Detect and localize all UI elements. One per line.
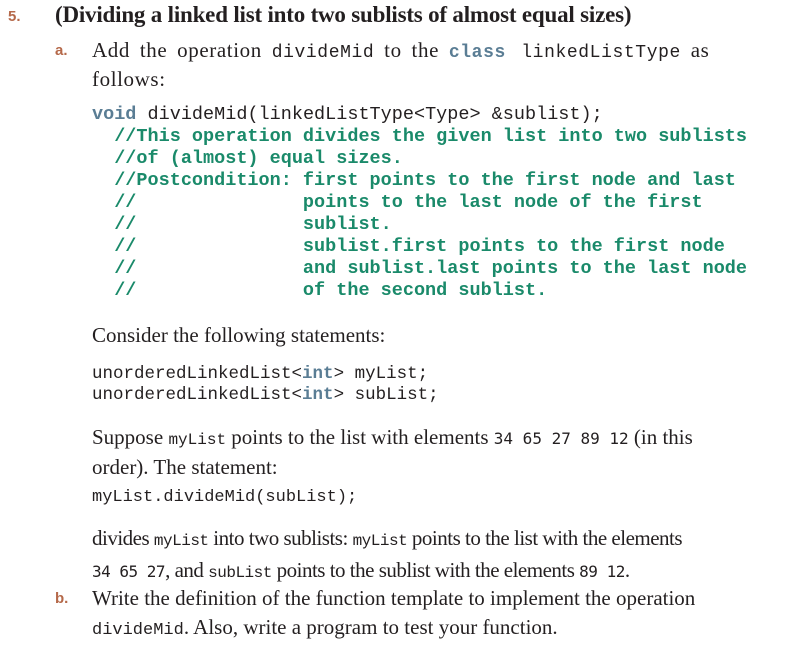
comment-line: // sublist. [92,214,392,235]
comment-line: //This operation divides the given list … [92,126,748,147]
part-b-label: b. [55,590,69,607]
divides-paragraph: divides myList into two sublists: myList… [92,526,683,582]
consider-text: Consider the following statements: [92,323,386,347]
keyword-class: class [448,43,506,63]
statements-block: unorderedLinkedList<int> myList; unorder… [92,364,439,405]
comment-line: // points to the last node of the first [92,192,703,213]
keyword-void: void [92,104,137,125]
comment-line: // of the second sublist. [92,280,548,301]
problem-number: 5. [8,8,21,25]
comment-line: // and sublist.last points to the last n… [92,258,748,279]
problem-title: (Dividing a linked list into two sublist… [55,2,632,27]
function-signature: divideMid(linkedListType<Type> &sublist)… [136,104,603,125]
code-dividemid: divideMid [271,43,375,63]
code-linkedlisttype: linkedListType [505,43,681,63]
suppose-paragraph: Suppose myList points to the list with e… [92,425,693,479]
part-b-text: Write the definition of the function tem… [92,586,696,640]
part-a-label: a. [55,42,68,59]
comment-line: //Postcondition: first points to the fir… [92,170,736,191]
part-a-intro: Add the operation divideMid to the class… [92,38,710,91]
call-statement: myList.divideMid(subList); [92,488,358,507]
comment-line: //of (almost) equal sizes. [92,148,403,169]
code-declaration: void divideMid(linkedListType<Type> &sub… [92,104,747,302]
comment-line: // sublist.first points to the first nod… [92,236,725,257]
